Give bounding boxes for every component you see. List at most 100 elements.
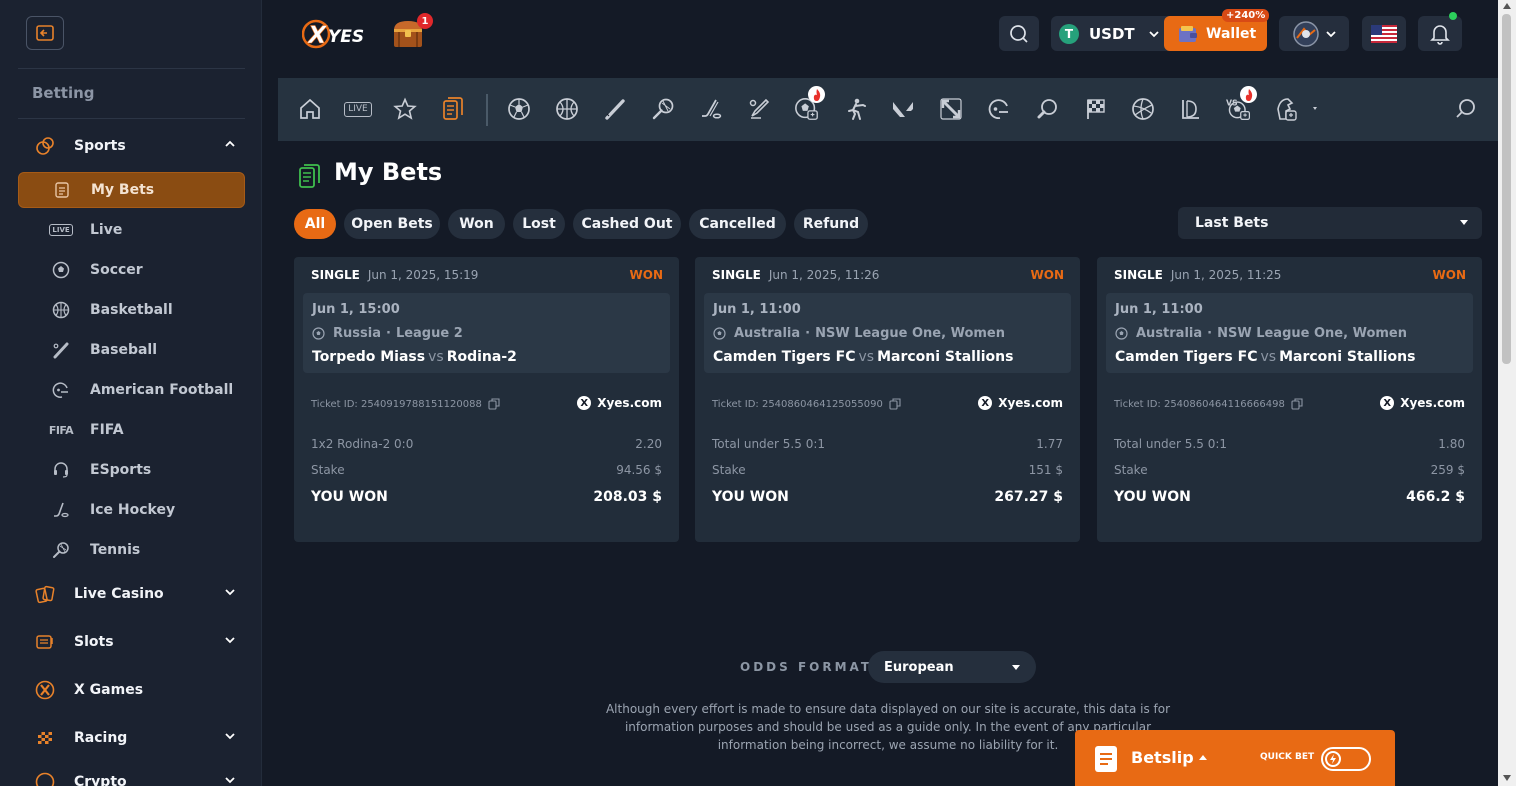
- fifa-icon: FIFA: [48, 423, 74, 437]
- bet-stake: 94.56 $: [616, 463, 662, 477]
- sidebar-group-racing[interactable]: Racing: [18, 720, 245, 756]
- avatar: [1293, 20, 1319, 47]
- sidebar-item-fifa[interactable]: FIFA FIFA: [18, 412, 245, 448]
- tennis-icon[interactable]: [650, 96, 676, 122]
- filter-refund[interactable]: Refund: [794, 209, 868, 239]
- sidebar-group-label: Live Casino: [74, 586, 164, 602]
- bet-card[interactable]: SINGLE Jun 1, 2025, 11:26 WON Jun 1, 11:…: [695, 257, 1080, 542]
- copy-icon[interactable]: [889, 398, 901, 410]
- valorant-icon[interactable]: [890, 96, 916, 122]
- sidebar-group-live-casino[interactable]: Live Casino: [18, 576, 245, 612]
- my-bets-icon[interactable]: [440, 96, 466, 122]
- scroll-down-icon[interactable]: [1503, 775, 1511, 781]
- home-icon[interactable]: [297, 96, 323, 122]
- scroll-up-icon[interactable]: [1503, 3, 1511, 9]
- search-button[interactable]: [999, 16, 1039, 51]
- favorites-icon[interactable]: [392, 96, 418, 122]
- scrollbar-thumb[interactable]: [1502, 14, 1511, 364]
- filter-lost[interactable]: Lost: [513, 209, 565, 239]
- soccer-icon: [713, 327, 726, 340]
- ticket-id: Ticket ID: 2540860464125055090: [712, 398, 901, 410]
- sidebar-item-baseball[interactable]: Baseball: [18, 332, 245, 368]
- bets-period-select[interactable]: Last Bets: [1178, 207, 1482, 239]
- table-tennis-icon[interactable]: [1034, 96, 1060, 122]
- profile-menu-button[interactable]: [1279, 16, 1349, 51]
- racing-flag-icon[interactable]: [1082, 96, 1108, 122]
- collapse-sidebar-button[interactable]: [26, 16, 64, 50]
- basketball-icon[interactable]: [554, 96, 580, 122]
- american-football-icon[interactable]: [986, 96, 1012, 122]
- live-icon[interactable]: LIVE: [342, 96, 374, 122]
- x-logo-icon: X: [577, 396, 592, 410]
- soccer-icon: [1115, 327, 1128, 340]
- sidebar-item-soccer[interactable]: Soccer: [18, 252, 245, 288]
- page-scrollbar[interactable]: [1498, 0, 1516, 786]
- betslip-panel[interactable]: Betslip QUICK BET: [1075, 730, 1395, 786]
- sidebar-group-slots[interactable]: Slots: [18, 624, 245, 660]
- home-team: Torpedo Miass: [312, 349, 426, 365]
- hot-fire-icon: [1240, 86, 1257, 103]
- bell-icon: [1430, 24, 1450, 45]
- shooter-icon[interactable]: [842, 96, 868, 122]
- bet-stake-row: Stake 151 $: [712, 463, 1063, 477]
- svg-text:X: X: [306, 21, 328, 49]
- sidebar-item-label: My Bets: [91, 182, 155, 198]
- tennis-icon: [50, 539, 72, 561]
- filter-cancelled[interactable]: Cancelled: [689, 209, 786, 239]
- event-league: Russia · League 2: [312, 326, 463, 341]
- filter-open-bets[interactable]: Open Bets: [344, 209, 440, 239]
- bet-selection-row: Total under 5.5 0:1 1.80: [1114, 437, 1465, 451]
- copy-icon[interactable]: [488, 398, 500, 410]
- filter-cashed-out[interactable]: Cashed Out: [573, 209, 681, 239]
- sidebar-item-label: American Football: [90, 382, 234, 398]
- dota-icon[interactable]: [938, 96, 964, 122]
- usdt-icon: T: [1059, 23, 1079, 44]
- bet-card[interactable]: SINGLE Jun 1, 2025, 15:19 WON Jun 1, 15:…: [294, 257, 679, 542]
- sidebar-item-tennis[interactable]: Tennis: [18, 532, 245, 568]
- sidebar-group-crypto[interactable]: Crypto: [18, 764, 245, 786]
- search-icon[interactable]: [1453, 96, 1479, 122]
- notifications-button[interactable]: [1418, 16, 1462, 51]
- sidebar-item-label: Tennis: [90, 542, 141, 558]
- volleyball-icon[interactable]: [1130, 96, 1156, 122]
- cricket-icon[interactable]: [746, 96, 772, 122]
- sidebar-item-live[interactable]: LIVE Live: [18, 212, 245, 248]
- sidebar-item-label: Basketball: [90, 302, 173, 318]
- soccer-icon[interactable]: [506, 96, 532, 122]
- quick-bet-toggle[interactable]: [1321, 747, 1371, 771]
- currency-selector[interactable]: T USDT: [1051, 16, 1171, 51]
- bet-stake: 259 $: [1430, 463, 1465, 477]
- baseball-icon[interactable]: [602, 96, 628, 122]
- divider: [18, 68, 245, 69]
- copy-icon[interactable]: [1291, 398, 1303, 410]
- currency-label: USDT: [1089, 24, 1135, 43]
- sidebar-item-label: Baseball: [90, 342, 158, 358]
- sidebar: Betting Sports My Bets LIVE Live Soccer …: [0, 0, 262, 786]
- odds-format-value: European: [884, 659, 954, 675]
- sidebar-item-ice-hockey[interactable]: Ice Hockey: [18, 492, 245, 528]
- betslip-label: Betslip: [1131, 748, 1194, 767]
- event-info[interactable]: Jun 1, 11:00 Australia · NSW League One, W…: [704, 293, 1071, 373]
- divider: [18, 118, 245, 119]
- sidebar-item-american-football[interactable]: American Football: [18, 372, 245, 408]
- ice-hockey-icon[interactable]: [698, 96, 724, 122]
- sidebar-group-sports[interactable]: Sports: [18, 128, 245, 164]
- event-league: Australia · NSW League One, Women: [1115, 326, 1407, 341]
- language-button[interactable]: [1362, 16, 1406, 51]
- sidebar-group-label: X Games: [74, 682, 144, 698]
- event-info[interactable]: Jun 1, 11:00 Australia · NSW League One, W…: [1106, 293, 1473, 373]
- sidebar-item-my-bets[interactable]: My Bets: [18, 172, 245, 208]
- filter-all[interactable]: All: [294, 209, 336, 239]
- sidebar-item-basketball[interactable]: Basketball: [18, 292, 245, 328]
- xyes-logo[interactable]: X YES: [302, 14, 372, 54]
- event-info[interactable]: Jun 1, 15:00 Russia · League 2 Torpedo Mia…: [303, 293, 670, 373]
- more-sports-icon[interactable]: [1274, 96, 1322, 122]
- sidebar-item-esports[interactable]: ESports: [18, 452, 245, 488]
- filter-won[interactable]: Won: [448, 209, 505, 239]
- sidebar-group-x-games[interactable]: X Games: [18, 672, 245, 708]
- odds-format-select[interactable]: European: [868, 651, 1036, 683]
- bet-selection-row: Total under 5.5 0:1 1.77: [712, 437, 1063, 451]
- handball-icon[interactable]: [1178, 96, 1204, 122]
- my-bets-title-icon: [299, 164, 320, 188]
- bet-card[interactable]: SINGLE Jun 1, 2025, 11:25 WON Jun 1, 11:…: [1097, 257, 1482, 542]
